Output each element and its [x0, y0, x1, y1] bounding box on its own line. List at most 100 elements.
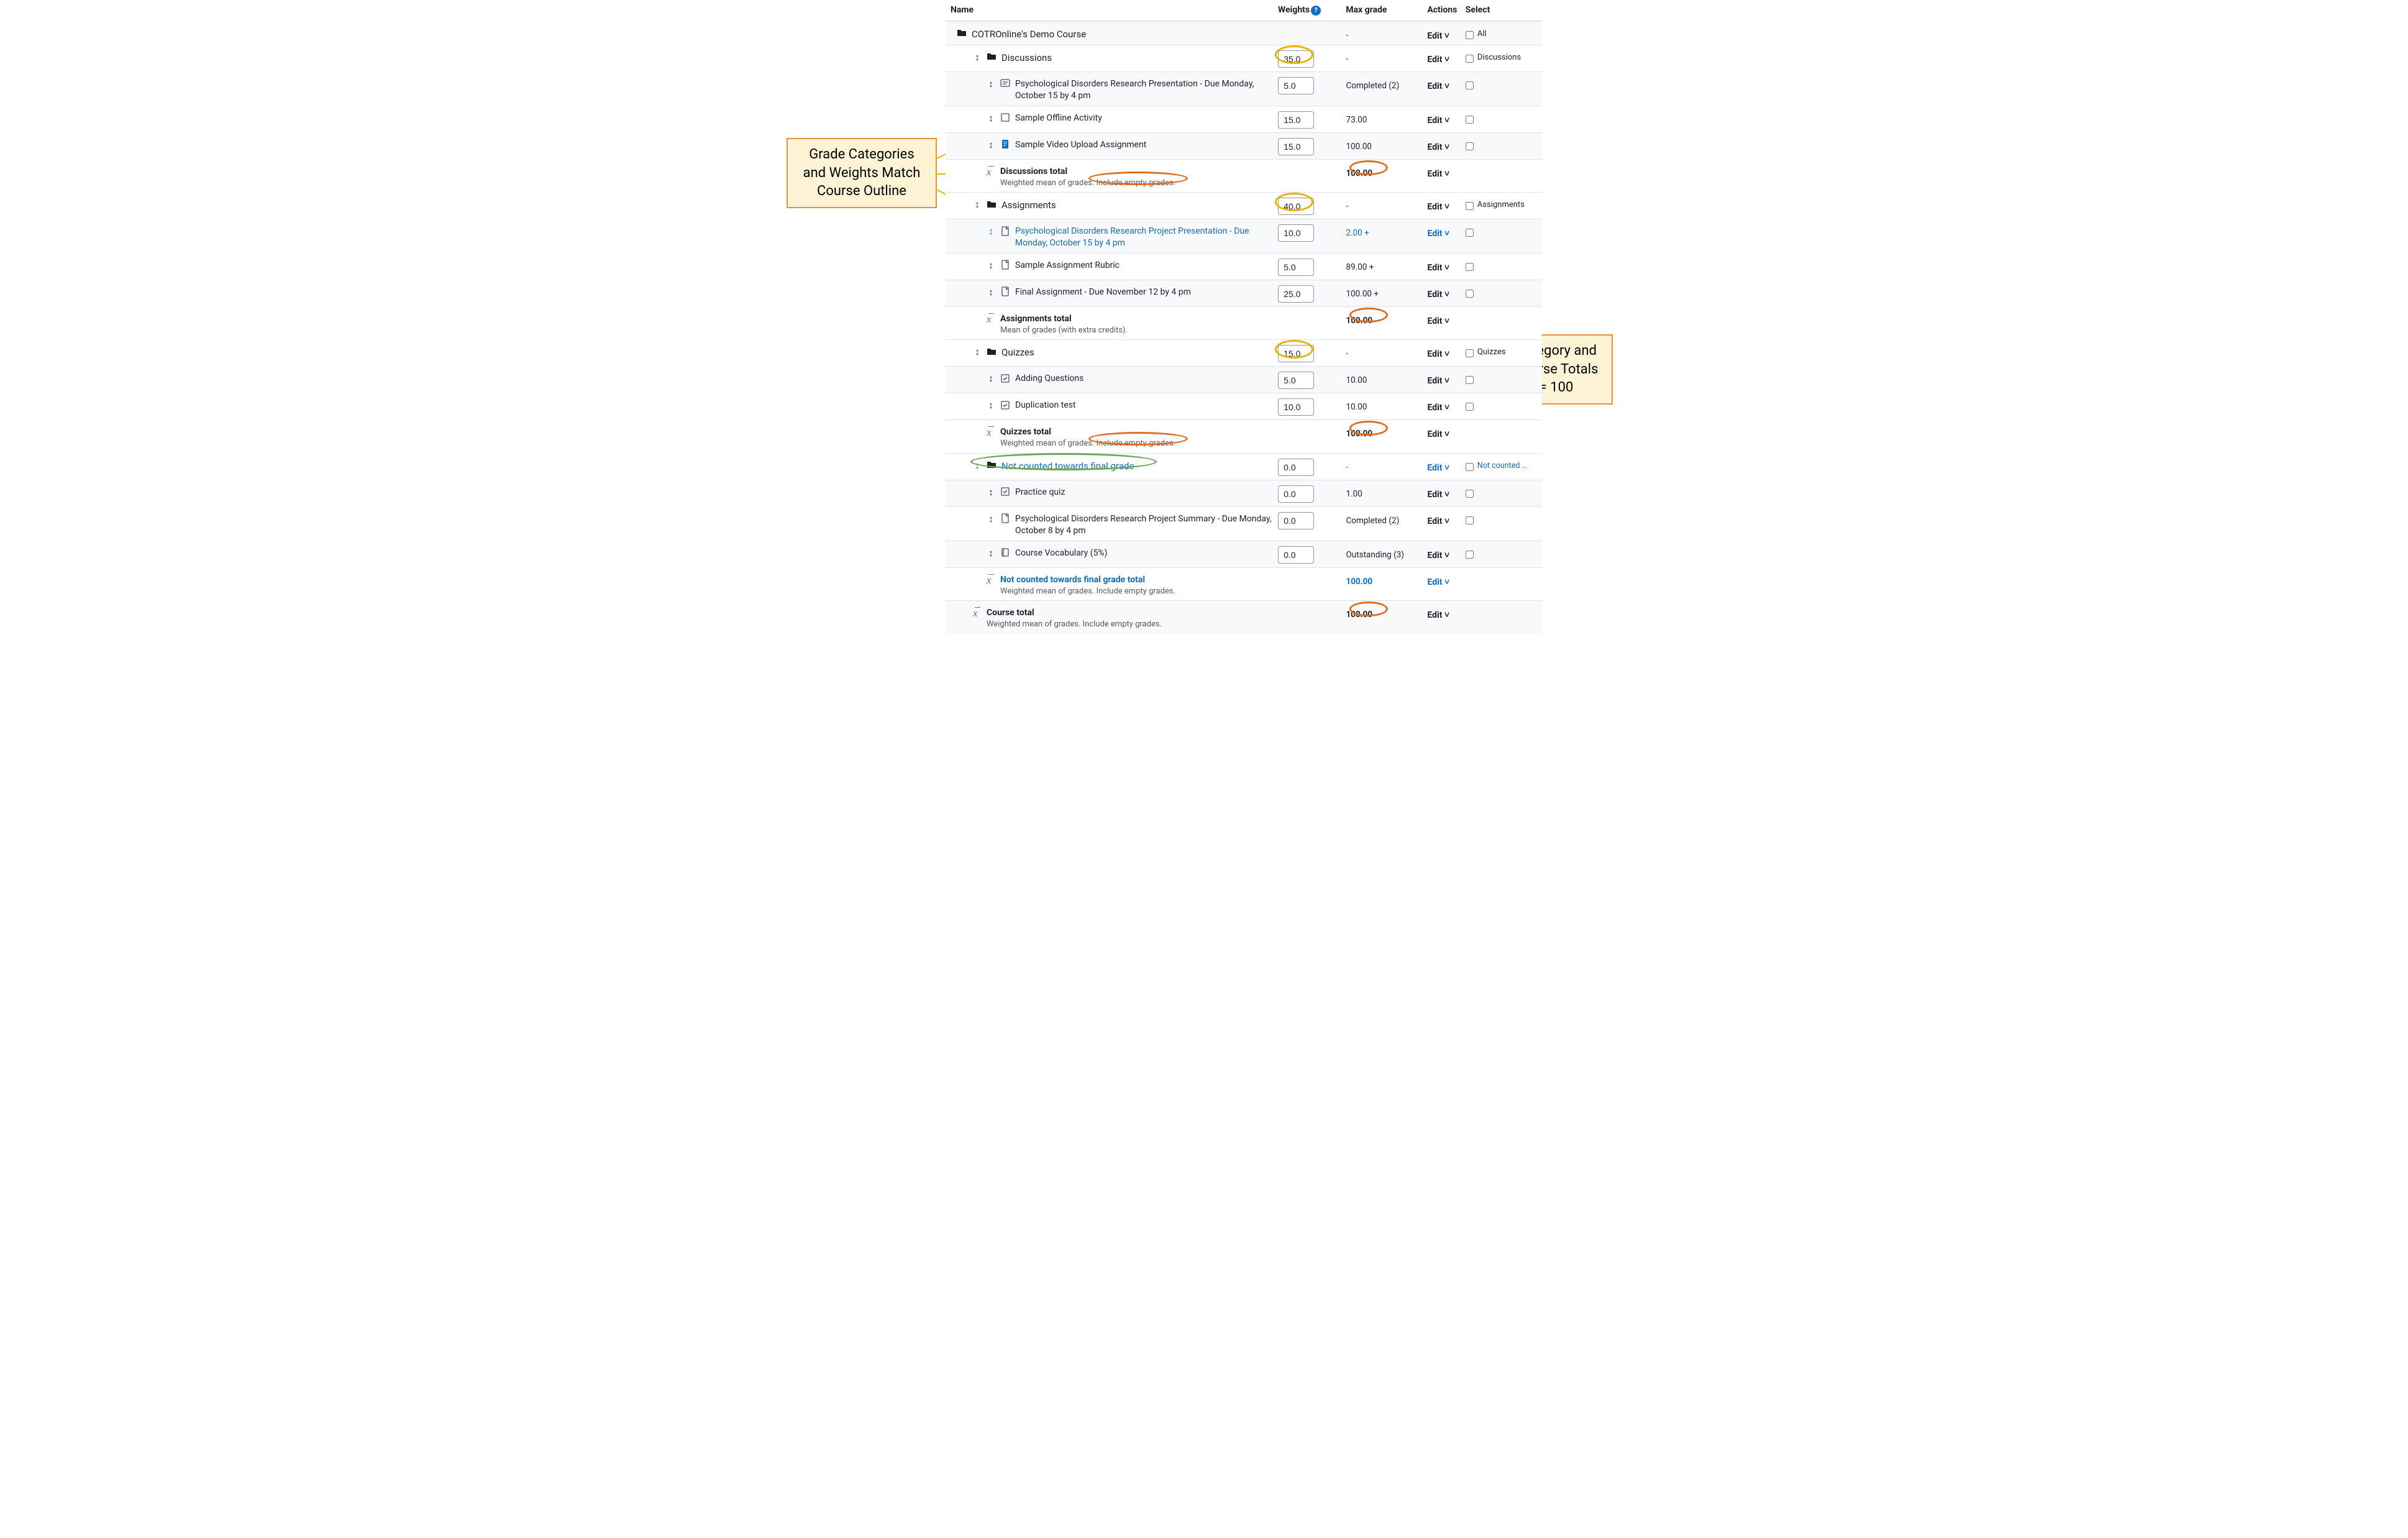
max-grade-value: 100.00 [1335, 424, 1428, 439]
edit-menu-button[interactable]: Edit ˅ [1427, 316, 1449, 326]
weight-input[interactable] [1278, 198, 1314, 215]
weight-input[interactable] [1278, 77, 1314, 94]
select-label: All [1477, 29, 1487, 39]
edit-menu-button[interactable]: Edit ˅ [1427, 349, 1449, 359]
edit-menu-button[interactable]: Edit ˅ [1427, 290, 1449, 300]
row-nc3: ↕Course Vocabulary (5%)Outstanding (3)Ed… [946, 541, 1542, 567]
move-handle[interactable]: ↕ [987, 112, 995, 124]
select-checkbox[interactable] [1466, 31, 1474, 39]
assign-icon [1000, 260, 1011, 270]
weight-input[interactable] [1278, 485, 1314, 503]
max-grade-value: - [1334, 25, 1427, 40]
item-label: Quizzes [1001, 346, 1278, 359]
weight-input[interactable] [1278, 285, 1314, 303]
aggregation-icon: x [987, 574, 995, 587]
move-handle[interactable]: ↕ [987, 260, 995, 271]
weight-input[interactable] [1278, 546, 1314, 564]
weight-input[interactable] [1278, 111, 1314, 129]
item-label[interactable]: Not counted towards final grade [1001, 460, 1278, 472]
edit-menu-button[interactable]: Edit ˅ [1427, 403, 1449, 413]
edit-menu-button[interactable]: Edit ˅ [1427, 55, 1449, 65]
select-checkbox[interactable] [1466, 516, 1474, 524]
weight-input[interactable] [1278, 224, 1314, 242]
move-handle[interactable]: ↕ [987, 78, 995, 89]
select-checkbox[interactable] [1466, 376, 1474, 384]
item-label: Psychological Disorders Research Present… [1015, 78, 1278, 102]
edit-menu-button[interactable]: Edit ˅ [1427, 490, 1449, 500]
select-checkbox[interactable] [1466, 55, 1474, 63]
select-checkbox[interactable] [1466, 463, 1474, 471]
item-label: Final Assignment - Due November 12 by 4 … [1015, 286, 1278, 298]
book-icon [1000, 547, 1011, 557]
folder-icon [987, 199, 998, 209]
edit-menu-button[interactable]: Edit ˅ [1427, 142, 1449, 152]
max-grade-value: 1.00 [1335, 484, 1428, 499]
edit-menu-button[interactable]: Edit ˅ [1427, 263, 1449, 273]
item-label: Assignments [1001, 199, 1278, 211]
select-checkbox[interactable] [1466, 349, 1474, 357]
weight-input[interactable] [1278, 138, 1314, 155]
edit-menu-button[interactable]: Edit ˅ [1427, 169, 1449, 179]
forum-icon [1000, 78, 1011, 88]
weight-input[interactable] [1278, 259, 1314, 276]
select-checkbox[interactable] [1466, 202, 1474, 210]
total-label: Quizzes total [1000, 426, 1278, 438]
item-label: COTROnline's Demo Course [972, 28, 1278, 40]
edit-menu-button[interactable]: Edit ˅ [1427, 376, 1449, 386]
edit-menu-button[interactable]: Edit ˅ [1427, 551, 1449, 561]
move-handle[interactable]: ↕ [987, 547, 995, 559]
weight-input[interactable] [1278, 345, 1314, 362]
edit-menu-button[interactable]: Edit ˅ [1427, 31, 1449, 41]
edit-menu-button[interactable]: Edit ˅ [1427, 202, 1449, 212]
move-handle[interactable]: ↕ [987, 513, 995, 524]
move-handle[interactable]: ↕ [973, 460, 982, 471]
aggregation-icon: x [987, 313, 995, 326]
move-handle[interactable]: ↕ [973, 346, 982, 357]
max-grade-value: 100.00 [1334, 605, 1427, 620]
move-handle[interactable]: ↕ [973, 199, 982, 210]
select-checkbox[interactable] [1466, 403, 1474, 411]
checkbox-icon [1000, 112, 1011, 122]
edit-menu-button[interactable]: Edit ˅ [1427, 229, 1449, 239]
weight-input[interactable] [1278, 398, 1314, 416]
edit-menu-button[interactable]: Edit ˅ [1427, 116, 1449, 126]
edit-menu-button[interactable]: Edit ˅ [1427, 610, 1449, 620]
edit-menu-button[interactable]: Edit ˅ [1427, 81, 1449, 91]
weight-input[interactable] [1278, 512, 1314, 529]
move-handle[interactable]: ↕ [987, 487, 995, 498]
select-checkbox[interactable] [1466, 142, 1474, 150]
weight-input[interactable] [1278, 50, 1314, 68]
weight-input[interactable] [1278, 372, 1314, 389]
select-checkbox[interactable] [1466, 551, 1474, 559]
assign-icon [1000, 226, 1011, 236]
select-checkbox[interactable] [1466, 290, 1474, 298]
help-icon[interactable]: ? [1311, 6, 1321, 16]
row-disc2: ↕Sample Offline Activity73.00Edit ˅ [946, 106, 1542, 132]
move-handle[interactable]: ↕ [987, 286, 995, 298]
select-checkbox[interactable] [1466, 116, 1474, 124]
select-checkbox[interactable] [1466, 229, 1474, 237]
edit-menu-button[interactable]: Edit ˅ [1427, 577, 1449, 587]
max-grade-value: Completed (2) [1335, 76, 1428, 91]
move-handle[interactable]: ↕ [987, 139, 995, 150]
move-handle[interactable]: ↕ [987, 373, 995, 384]
move-handle[interactable]: ↕ [973, 52, 982, 63]
max-grade-value: Outstanding (3) [1335, 545, 1428, 560]
item-label[interactable]: Psychological Disorders Research Project… [1015, 226, 1278, 249]
weight-input[interactable] [1278, 459, 1314, 476]
move-handle[interactable]: ↕ [987, 226, 995, 237]
edit-menu-button[interactable]: Edit ˅ [1427, 429, 1449, 439]
select-checkbox[interactable] [1466, 263, 1474, 271]
edit-menu-button[interactable]: Edit ˅ [1427, 463, 1449, 473]
row-notcounted: ↕Not counted towards final grade-Edit ˅N… [946, 453, 1542, 480]
select-checkbox[interactable] [1466, 81, 1474, 89]
select-label: Quizzes [1477, 347, 1506, 357]
move-handle[interactable]: ↕ [987, 400, 995, 411]
select-checkbox[interactable] [1466, 490, 1474, 498]
item-label: Sample Offline Activity [1015, 112, 1278, 124]
edit-menu-button[interactable]: Edit ˅ [1427, 516, 1449, 526]
header-weights: Weights? [1278, 5, 1334, 16]
table-header: Name Weights? Max grade Actions Select [946, 0, 1542, 21]
gradebook-setup-table: Name Weights? Max grade Actions Select C… [946, 0, 1542, 634]
row-discussions: ↕Discussions-Edit ˅Discussions [946, 45, 1542, 71]
